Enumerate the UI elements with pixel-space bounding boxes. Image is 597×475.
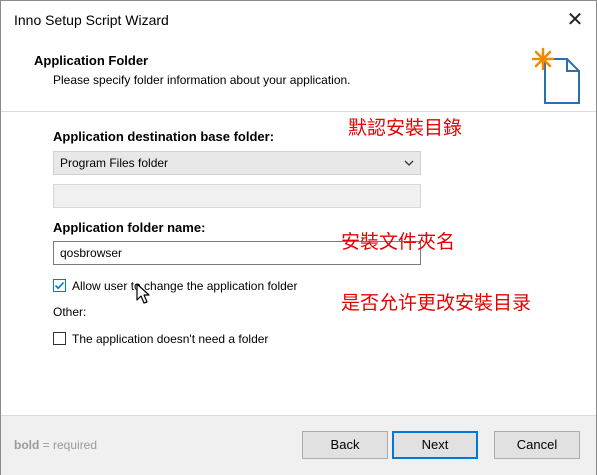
base-folder-value: Program Files folder <box>60 156 169 170</box>
checkmark-icon <box>54 281 65 290</box>
chevron-down-icon <box>404 160 414 166</box>
wizard-window: Inno Setup Script Wizard ✕ Application F… <box>0 0 597 475</box>
wizard-footer: bold = required Back Next Cancel <box>1 415 596 475</box>
mouse-pointer-icon <box>136 283 150 304</box>
window-title: Inno Setup Script Wizard <box>14 12 169 28</box>
back-button[interactable]: Back <box>302 431 388 459</box>
wizard-header: Application Folder Please specify folder… <box>1 39 596 111</box>
page-subtitle: Please specify folder information about … <box>53 73 351 87</box>
cancel-button[interactable]: Cancel <box>494 431 580 459</box>
page-title: Application Folder <box>34 53 149 68</box>
new-document-icon <box>531 47 580 104</box>
title-bar: Inno Setup Script Wizard ✕ <box>1 1 596 39</box>
header-divider <box>1 111 596 112</box>
no-folder-label[interactable]: The application doesn't need a folder <box>72 332 268 346</box>
required-text: = required <box>39 438 98 452</box>
no-folder-checkbox[interactable] <box>53 332 66 345</box>
folder-name-label: Application folder name: <box>53 220 206 235</box>
allow-change-label[interactable]: Allow user to change the application fol… <box>72 279 297 293</box>
annotation-allow-change: 是否允许更改安裝目录 <box>341 292 532 314</box>
close-icon[interactable]: ✕ <box>559 5 591 35</box>
other-label: Other: <box>53 305 87 319</box>
required-bold: bold <box>14 438 40 452</box>
annotation-base-folder: 默認安裝目錄 <box>348 117 463 139</box>
custom-folder-field <box>53 184 421 208</box>
base-folder-select[interactable]: Program Files folder <box>53 151 421 175</box>
required-legend: bold = required <box>14 438 97 452</box>
allow-change-checkbox[interactable] <box>53 279 66 292</box>
base-folder-label: Application destination base folder: <box>53 129 275 144</box>
next-button[interactable]: Next <box>392 431 478 459</box>
annotation-folder-name: 安裝文件夾名 <box>341 231 456 253</box>
